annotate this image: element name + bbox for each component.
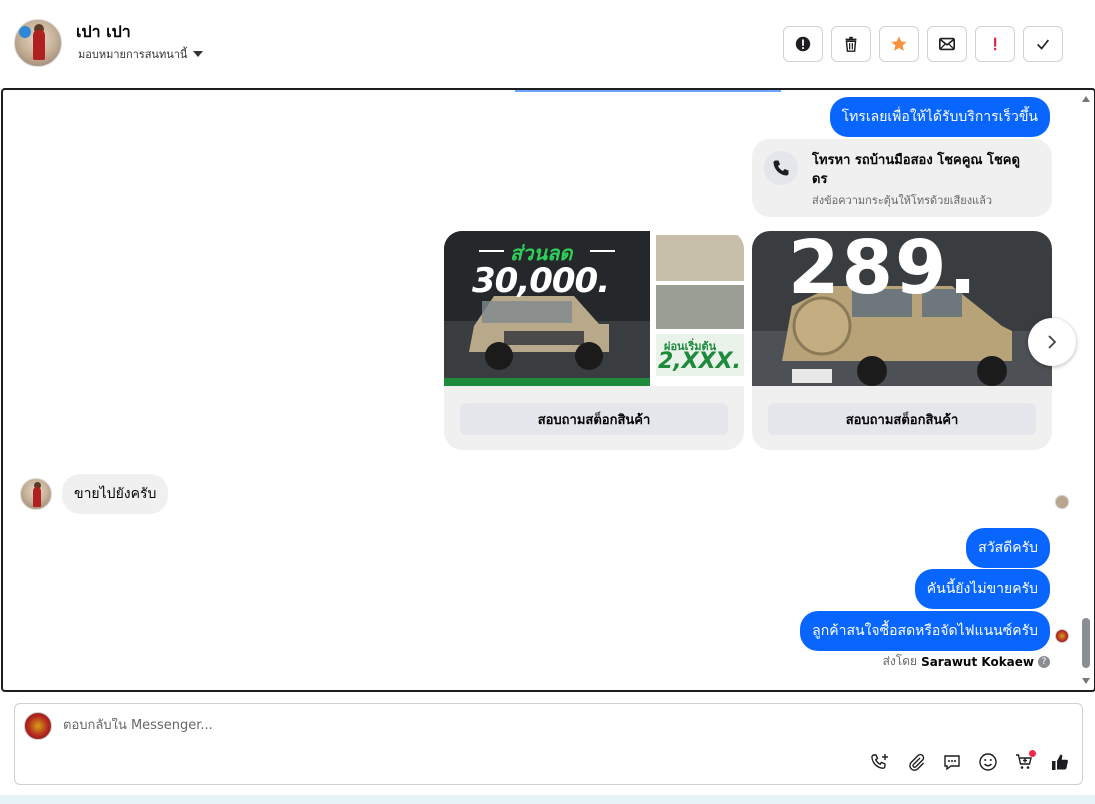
follow-up-button[interactable]: [975, 26, 1015, 62]
window-bottom-strip: [0, 795, 1095, 804]
avatar-figure: [33, 30, 45, 60]
previous-message-edge: [515, 90, 781, 92]
like-button[interactable]: [1048, 750, 1072, 774]
product-image[interactable]: 289.: [752, 231, 1052, 386]
carousel-next-button[interactable]: [1028, 318, 1076, 366]
thumbs-up-icon: [1052, 754, 1068, 770]
product-image[interactable]: ส่วนลด 30,000. ผ่อนเริ่มต้น 2,XXX.: [444, 231, 744, 386]
spam-button[interactable]: [783, 26, 823, 62]
reply-composer: [14, 703, 1083, 785]
alert-circle-icon: [795, 36, 811, 52]
contact-name[interactable]: เปา เปา: [76, 20, 131, 45]
scrollbar-thumb[interactable]: [1082, 618, 1090, 668]
message-bubble-outgoing[interactable]: สวัสดีครับ: [966, 528, 1050, 568]
composer-tools: [868, 750, 1072, 774]
done-button[interactable]: [1023, 26, 1063, 62]
emoji-button[interactable]: [976, 750, 1000, 774]
mark-unread-button[interactable]: [927, 26, 967, 62]
message-thread[interactable]: โทรเลยเพื่อให้ได้รับบริการเร็วขึ้น โทรหา…: [1, 88, 1095, 692]
contact-avatar-small[interactable]: [20, 478, 52, 510]
read-receipt-avatar: [1055, 629, 1069, 643]
call-request-card[interactable]: โทรหา รถบ้านมือสอง โชคคูณ โชคดูดร ส่งข้อ…: [752, 139, 1052, 217]
phone-icon-wrap: [764, 151, 798, 185]
shop-button[interactable]: [1012, 750, 1036, 774]
ask-stock-button[interactable]: สอบถามสต็อกสินค้า: [768, 403, 1036, 435]
message-bubble-outgoing[interactable]: โทรเลยเพื่อให้ได้รับบริการเร็วขึ้น: [829, 97, 1050, 137]
trash-icon: [845, 36, 857, 52]
scroll-up-arrow-icon[interactable]: [1082, 96, 1090, 102]
avatar-figure: [33, 487, 41, 507]
sent-by-name: Sarawut Kokaew: [921, 654, 1034, 669]
message-bubble-outgoing[interactable]: คันนี้ยังไม่ขายครับ: [914, 569, 1050, 609]
saved-replies-button[interactable]: [940, 750, 964, 774]
message-bubble-incoming[interactable]: ขายไปยังครับ: [62, 474, 169, 514]
conversation-header: เปา เปา มอบหมายการสนทนานี้: [0, 0, 1095, 88]
contact-avatar[interactable]: [14, 19, 62, 67]
call-card-title: โทรหา รถบ้านมือสอง โชคคูณ โชคดูดร: [812, 153, 1020, 187]
caret-down-icon: [193, 51, 204, 57]
scroll-down-arrow-icon[interactable]: [1082, 678, 1090, 684]
call-card-subtitle: ส่งข้อความกระตุ้นให้โทรด้วยเสียงแล้ว: [812, 194, 993, 207]
star-icon: [891, 36, 907, 51]
ask-stock-button[interactable]: สอบถามสต็อกสินค้า: [460, 403, 728, 435]
seen-indicator-avatar: [1055, 495, 1069, 509]
call-request-button[interactable]: [868, 750, 892, 774]
sent-by-prefix: ส่งโดย: [882, 654, 918, 668]
check-icon: [1037, 39, 1050, 50]
delete-button[interactable]: [831, 26, 871, 62]
envelope-icon: [938, 37, 956, 51]
star-button[interactable]: [879, 26, 919, 62]
avatar-globe: [19, 26, 31, 38]
assign-conversation-dropdown[interactable]: มอบหมายการสนทนานี้: [78, 45, 204, 63]
chat-bubble-icon: [944, 755, 960, 771]
emoji-icon: [979, 753, 997, 771]
paperclip-icon: [909, 753, 925, 771]
discount-amount: 30,000.: [472, 261, 610, 301]
header-actions: [783, 26, 1063, 62]
product-card[interactable]: 289. สอบถามสต็อกสินค้า: [752, 231, 1052, 450]
sent-by-label: ส่งโดย Sarawut Kokaew ?: [883, 652, 1050, 671]
notification-dot: [1029, 750, 1036, 757]
help-icon[interactable]: ?: [1038, 655, 1050, 668]
attach-button[interactable]: [904, 750, 928, 774]
price-text: 289.: [788, 231, 979, 311]
message-bubble-outgoing[interactable]: ลูกค้าสนใจซื้อสดหรือจัดไฟแนนซ์ครับ: [800, 611, 1050, 651]
page-avatar: [24, 712, 52, 740]
inbox-conversation: เปา เปา มอบหมายการสนทนานี้ โทรเลยเพื่อให…: [0, 0, 1095, 804]
exclamation-icon: [994, 37, 997, 51]
chevron-right-icon: [1048, 335, 1057, 349]
product-card[interactable]: ส่วนลด 30,000. ผ่อนเริ่มต้น 2,XXX. สอบถา…: [444, 231, 744, 450]
phone-icon: [773, 160, 789, 176]
installment-amount: 2,XXX.: [658, 349, 741, 374]
reply-input[interactable]: [63, 718, 963, 733]
assign-label: มอบหมายการสนทนานี้: [78, 48, 188, 61]
phone-plus-icon: [871, 754, 888, 769]
